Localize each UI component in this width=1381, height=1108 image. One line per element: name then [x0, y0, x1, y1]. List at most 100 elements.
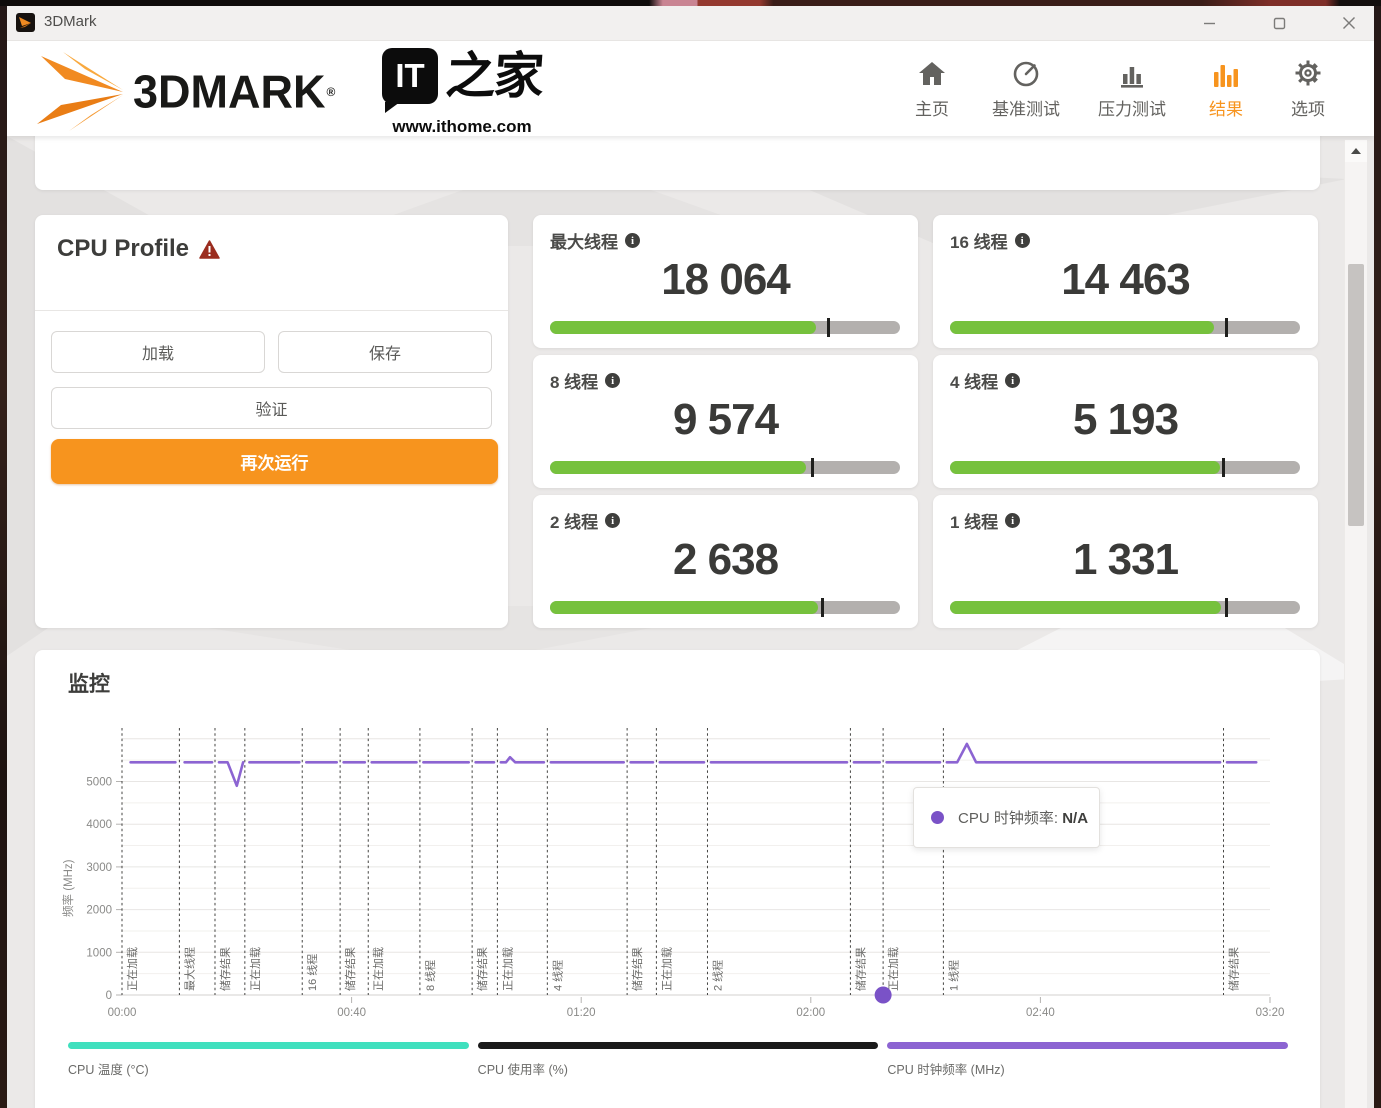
result-card-5: 2 线程 i 2 638	[533, 495, 918, 628]
y-tick-label: 1000	[86, 947, 112, 959]
result-card-4: 4 线程 i 5 193	[933, 355, 1318, 488]
window-title: 3DMark	[44, 13, 97, 30]
y-tick-label: 3000	[86, 862, 112, 874]
nav-label: 基准测试	[992, 95, 1060, 120]
scrolled-card-remnant	[35, 132, 1320, 190]
save-button[interactable]: 保存	[278, 331, 492, 373]
nav-label: 结果	[1209, 95, 1243, 120]
result-label: 1 线程	[950, 508, 998, 533]
scrollbar-thumb[interactable]	[1348, 264, 1364, 526]
legend-color-bar	[887, 1042, 1288, 1049]
event-label: 正在加载	[501, 947, 514, 991]
event-label: 最大线程	[182, 947, 196, 991]
score-bar	[950, 321, 1300, 334]
divider	[35, 310, 508, 311]
nav-item-benchmarks[interactable]: 基准测试	[992, 56, 1060, 120]
info-icon[interactable]: i	[605, 513, 620, 528]
app-header: 3DMARK® IT 之家 www.ithome.com 主页基准测试 压力测试结…	[7, 40, 1374, 136]
3dmark-emblem-icon	[35, 52, 127, 132]
series-line	[219, 762, 243, 786]
event-label: 储存结果	[630, 947, 644, 991]
nav-item-results[interactable]: 结果	[1204, 56, 1248, 120]
tooltip-series: CPU 时钟频率:	[958, 810, 1058, 827]
cursor-point	[875, 987, 892, 1004]
legend-color-bar	[68, 1042, 469, 1049]
event-label: 1 线程	[946, 960, 960, 991]
event-label: 8 线程	[423, 960, 437, 991]
title-bar: 3DMark	[7, 6, 1374, 41]
info-icon[interactable]: i	[1005, 513, 1020, 528]
score-bar-fill	[550, 461, 806, 474]
maximize-button[interactable]	[1266, 10, 1292, 36]
nav-label: 选项	[1291, 95, 1325, 120]
close-button[interactable]	[1336, 10, 1362, 36]
nav-item-options[interactable]: 选项	[1286, 56, 1330, 120]
y-axis-title: 频率 (MHz)	[61, 859, 75, 917]
result-score: 14 463	[933, 255, 1318, 305]
event-label: 4 线程	[550, 960, 564, 991]
monitor-panel: 监控 010002000300040005000频率 (MHz)00:0000:…	[35, 650, 1320, 1108]
score-bar	[950, 461, 1300, 474]
monitor-title: 监控	[68, 668, 110, 698]
verify-button[interactable]: 验证	[51, 387, 492, 429]
bars-icon	[1117, 56, 1147, 88]
score-bar-marker	[811, 458, 814, 477]
scroll-up-arrow[interactable]	[1345, 140, 1367, 162]
event-label: 正在加载	[249, 947, 262, 991]
event-label: 储存结果	[218, 947, 232, 991]
vertical-scrollbar	[1344, 140, 1367, 1108]
main-nav: 主页基准测试 压力测试结果 选项	[910, 56, 1330, 120]
x-tick-label: 03:20	[1256, 1007, 1285, 1019]
registered-mark: ®	[327, 85, 336, 99]
load-button[interactable]: 加载	[51, 331, 265, 373]
result-label: 2 线程	[550, 508, 598, 533]
series-dot-icon	[931, 811, 944, 824]
brand-name: 3DMARK	[133, 65, 326, 118]
event-label: 储存结果	[475, 947, 489, 991]
monitor-chart[interactable]: 010002000300040005000频率 (MHz)00:0000:400…	[60, 708, 1330, 1038]
legend-item-1[interactable]: CPU 温度 (°C)	[68, 1042, 469, 1078]
result-card-2: 16 线程i14 463	[933, 215, 1318, 348]
result-card-3: 8 线程i9 574	[533, 355, 918, 488]
info-icon[interactable]: i	[625, 233, 640, 248]
cpu-profile-panel: CPU Profile 加载 保存 验证 再次运行	[35, 215, 508, 628]
result-card-6: 1 线程i1 331	[933, 495, 1318, 628]
ithome-square-icon: IT	[382, 48, 438, 104]
score-bar-marker	[827, 318, 830, 337]
legend-item-2[interactable]: CPU 使用率 (%)	[478, 1042, 879, 1078]
result-label: 4 线程	[950, 368, 998, 393]
score-bar-fill	[550, 601, 818, 614]
event-label: 2 线程	[710, 960, 724, 991]
score-bar-fill	[550, 321, 816, 334]
score-bar	[550, 461, 900, 474]
series-line	[947, 744, 1220, 762]
chart-legend: CPU 温度 (°C) CPU 使用率 (%)CPU 时钟频率 (MHz)	[68, 1042, 1288, 1078]
result-score: 9 574	[533, 395, 918, 445]
nav-item-stress-tests[interactable]: 压力测试	[1098, 56, 1166, 120]
ithome-script: 之家	[444, 48, 544, 104]
legend-color-bar	[478, 1042, 879, 1049]
app-icon	[16, 13, 35, 32]
event-label: 正在加载	[887, 947, 900, 991]
info-icon[interactable]: i	[605, 373, 620, 388]
event-label: 储存结果	[1227, 947, 1241, 991]
score-bar-fill	[950, 601, 1221, 614]
legend-label: CPU 温度 (°C)	[68, 1059, 469, 1078]
score-bar-marker	[1225, 598, 1228, 617]
panel-title: CPU Profile	[57, 235, 189, 263]
3dmark-window: 3DMark	[7, 6, 1374, 1108]
result-label: 最大线程	[550, 228, 618, 253]
info-icon[interactable]: i	[1015, 233, 1030, 248]
score-bar-fill	[950, 461, 1220, 474]
x-tick-label: 02:00	[796, 1007, 825, 1019]
event-label: 储存结果	[343, 947, 357, 991]
result-score: 5 193	[933, 395, 1318, 445]
run-again-button[interactable]: 再次运行	[51, 439, 498, 484]
result-score: 2 638	[533, 535, 918, 585]
minimize-button[interactable]	[1196, 10, 1222, 36]
ithome-url: www.ithome.com	[392, 117, 531, 137]
nav-item-home[interactable]: 主页	[910, 56, 954, 120]
legend-item-3[interactable]: CPU 时钟频率 (MHz)	[887, 1042, 1288, 1078]
result-score: 18 064	[533, 255, 918, 305]
info-icon[interactable]: i	[1005, 373, 1020, 388]
